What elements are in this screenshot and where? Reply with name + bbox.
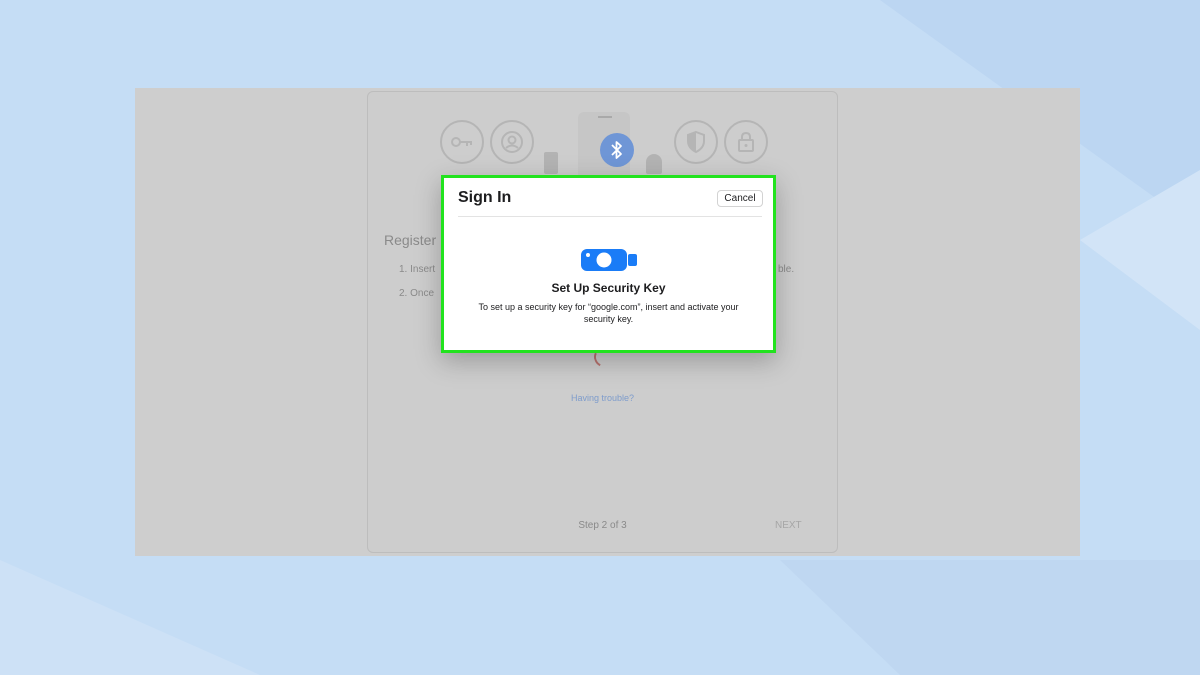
dialog-body-text: To set up a security key for “google.com… xyxy=(478,302,739,324)
instruction-step-1-tail: ble. xyxy=(778,264,795,275)
usb-key-illustration-right xyxy=(646,154,662,174)
sign-in-dialog: Sign In Cancel Set Up Security Key To se… xyxy=(441,175,776,353)
bluetooth-icon xyxy=(600,133,634,167)
account-icon xyxy=(490,120,534,164)
dialog-divider xyxy=(458,216,762,217)
lock-icon xyxy=(724,120,768,164)
step-counter: Step 2 of 3 xyxy=(578,520,627,531)
next-button[interactable]: NEXT xyxy=(775,520,802,531)
register-title: Register xyxy=(384,232,437,248)
shield-icon xyxy=(674,120,718,164)
having-trouble-link[interactable]: Having trouble? xyxy=(368,393,837,403)
key-icon xyxy=(440,120,484,164)
dialog-title: Sign In xyxy=(458,189,512,206)
instruction-step-1: 1. Insert xyxy=(399,264,436,275)
cancel-button[interactable]: Cancel xyxy=(717,190,763,207)
usb-key-illustration-left xyxy=(544,152,558,174)
security-key-icon xyxy=(581,249,637,271)
dialog-heading: Set Up Security Key xyxy=(551,281,666,295)
instruction-step-2: 2. Once xyxy=(399,288,435,299)
